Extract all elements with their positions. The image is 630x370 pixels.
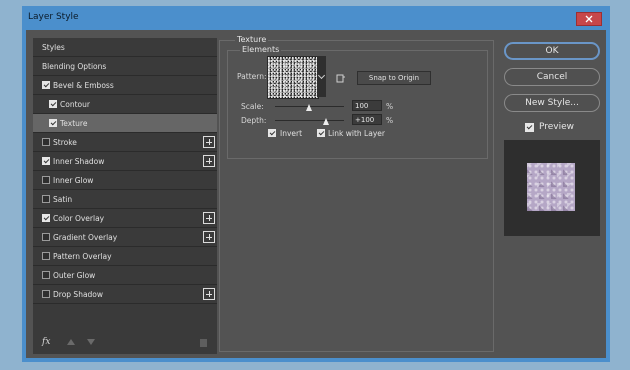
stroke-label: Stroke <box>53 138 77 147</box>
preview-panel <box>504 140 600 236</box>
depth-input[interactable]: +100 <box>352 114 382 125</box>
styles-label: Styles <box>42 43 65 52</box>
inner-shadow-label: Inner Shadow <box>53 157 105 166</box>
satin-checkbox[interactable] <box>42 195 50 203</box>
texture-label: Texture <box>60 119 88 128</box>
color-overlay-checkbox[interactable] <box>42 214 50 222</box>
inner-glow-label: Inner Glow <box>53 176 94 185</box>
contour-label: Contour <box>60 100 90 109</box>
style-item-styles[interactable]: Styles <box>33 38 217 57</box>
snap-to-origin-button[interactable]: Snap to Origin <box>357 71 431 85</box>
texture-panel: Texture Elements Pattern: Snap to Origin… <box>219 35 494 352</box>
style-item-satin[interactable]: Satin <box>33 190 217 209</box>
inner-glow-checkbox[interactable] <box>42 176 50 184</box>
preview-checkbox[interactable] <box>525 123 534 132</box>
pattern-overlay-checkbox[interactable] <box>42 252 50 260</box>
style-item-color-overlay[interactable]: Color Overlay <box>33 209 217 228</box>
stroke-checkbox[interactable] <box>42 138 50 146</box>
add-drop-shadow-icon[interactable] <box>203 288 215 300</box>
gradient-overlay-label: Gradient Overlay <box>53 233 118 242</box>
close-icon <box>585 15 593 23</box>
add-color-overlay-icon[interactable] <box>203 212 215 224</box>
add-gradient-overlay-icon[interactable] <box>203 231 215 243</box>
invert-checkbox[interactable] <box>268 129 276 137</box>
style-item-texture[interactable]: Texture <box>33 114 217 133</box>
style-item-gradient-overlay[interactable]: Gradient Overlay <box>33 228 217 247</box>
link-with-layer-checkbox[interactable] <box>317 129 325 137</box>
blending-options-label: Blending Options <box>42 62 107 71</box>
move-up-icon[interactable] <box>67 339 75 345</box>
fx-button[interactable]: fx <box>42 337 50 347</box>
new-style-button[interactable]: New Style... <box>504 94 600 112</box>
link-with-layer-label: Link with Layer <box>328 129 385 138</box>
add-inner-shadow-icon[interactable] <box>203 155 215 167</box>
scale-unit: % <box>386 102 394 111</box>
move-down-icon[interactable] <box>87 339 95 345</box>
contour-checkbox[interactable] <box>49 100 57 108</box>
texture-section-title: Texture <box>235 35 269 44</box>
style-item-pattern-overlay[interactable]: Pattern Overlay <box>33 247 217 266</box>
outer-glow-checkbox[interactable] <box>42 271 50 279</box>
style-item-stroke[interactable]: Stroke <box>33 133 217 152</box>
pattern-dropdown-button[interactable] <box>317 56 326 97</box>
close-button[interactable] <box>576 12 602 26</box>
dialog-body: Styles Blending Options Bevel & Emboss Cont… <box>26 30 606 358</box>
add-stroke-icon[interactable] <box>203 136 215 148</box>
trash-icon[interactable] <box>200 339 207 347</box>
pattern-label: Pattern: <box>237 72 267 81</box>
satin-label: Satin <box>53 195 73 204</box>
depth-unit: % <box>386 116 394 125</box>
ok-button[interactable]: OK <box>504 42 600 60</box>
style-item-outer-glow[interactable]: Outer Glow <box>33 266 217 285</box>
window-title: Layer Style <box>28 12 79 22</box>
invert-label: Invert <box>280 129 303 138</box>
styles-list-footer: fx <box>33 332 217 354</box>
depth-label: Depth: <box>241 116 267 125</box>
scale-label: Scale: <box>241 102 264 111</box>
depth-slider-thumb[interactable] <box>323 118 330 125</box>
bevel-and-emboss-checkbox[interactable] <box>42 81 50 89</box>
drop-shadow-label: Drop Shadow <box>53 290 104 299</box>
scale-slider-thumb[interactable] <box>306 104 312 111</box>
style-item-inner-shadow[interactable]: Inner Shadow <box>33 152 217 171</box>
pattern-swatch[interactable] <box>267 56 319 99</box>
title-bar: Layer Style <box>22 6 610 28</box>
inner-shadow-checkbox[interactable] <box>42 157 50 165</box>
styles-list: Styles Blending Options Bevel & Emboss Cont… <box>33 38 217 354</box>
preview-thumbnail <box>527 163 575 211</box>
elements-group-title: Elements <box>240 45 282 54</box>
new-preset-icon[interactable] <box>336 74 346 83</box>
chevron-down-icon <box>317 71 326 80</box>
style-item-blending-options[interactable]: Blending Options <box>33 57 217 76</box>
texture-checkbox[interactable] <box>49 119 57 127</box>
layer-style-window: Layer Style Styles Blending Options Bevel … <box>22 6 610 362</box>
preview-label: Preview <box>539 122 575 132</box>
scale-input[interactable]: 100 <box>352 100 382 111</box>
bevel-and-emboss-label: Bevel & Emboss <box>53 81 114 90</box>
style-item-drop-shadow[interactable]: Drop Shadow <box>33 285 217 304</box>
color-overlay-label: Color Overlay <box>53 214 105 223</box>
style-item-bevel-and-emboss[interactable]: Bevel & Emboss <box>33 76 217 95</box>
pattern-overlay-label: Pattern Overlay <box>53 252 112 261</box>
depth-slider-track[interactable] <box>275 120 344 121</box>
drop-shadow-checkbox[interactable] <box>42 290 50 298</box>
outer-glow-label: Outer Glow <box>53 271 96 280</box>
cancel-button[interactable]: Cancel <box>504 68 600 86</box>
elements-group: Elements Pattern: Snap to Origin Scale: … <box>227 45 488 159</box>
gradient-overlay-checkbox[interactable] <box>42 233 50 241</box>
style-item-contour[interactable]: Contour <box>33 95 217 114</box>
style-item-inner-glow[interactable]: Inner Glow <box>33 171 217 190</box>
